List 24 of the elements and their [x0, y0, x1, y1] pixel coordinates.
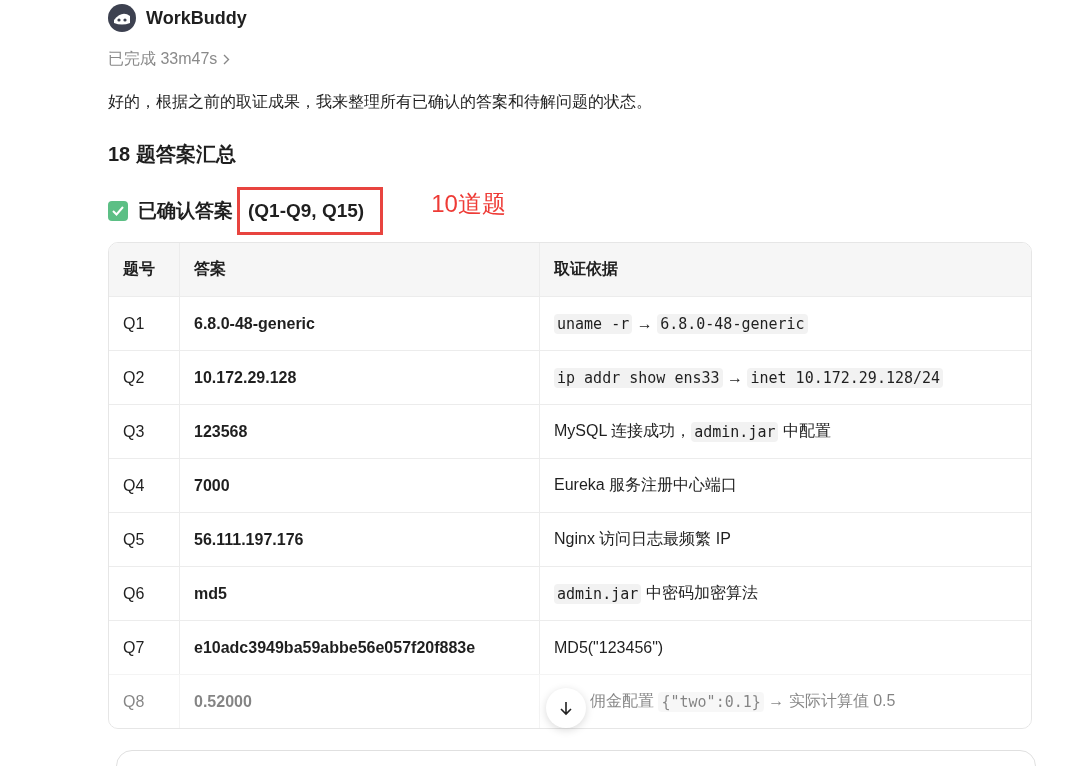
table-cell-text: Q5 — [122, 529, 146, 550]
highlighted-range: (Q1-Q9, Q15) — [237, 187, 384, 235]
status-text: 已完成 33m47s — [108, 49, 218, 69]
chevron-right-icon[interactable] — [223, 54, 231, 65]
table-cell: 0.52000 — [179, 675, 539, 728]
summary-heading: 18 题答案汇总 — [108, 142, 237, 167]
annotation-note: 10道题 — [431, 189, 506, 219]
table-cell-text: Q7 — [122, 637, 146, 658]
table-cell-text: Q2 — [122, 367, 146, 388]
app-name: WorkBuddy — [146, 7, 247, 29]
evidence-cell: MD5("123456") — [539, 621, 1031, 674]
table-cell-text: Q1 — [122, 313, 146, 334]
arrow-down-icon — [558, 700, 574, 716]
scroll-down-button[interactable] — [546, 688, 586, 728]
intro-text: 好的，根据之前的取证成果，我来整理所有已确认的答案和待解问题的状态。 — [108, 92, 653, 112]
table-cell: e10adc3949ba59abbe56e057f20f883e — [179, 621, 539, 674]
table-cell-text: Q4 — [122, 475, 146, 496]
logo-icon — [108, 4, 136, 32]
table-cell-text: Q3 — [122, 421, 146, 442]
column-header: 题号 — [122, 259, 156, 279]
table-cell-text: Q8 — [122, 691, 146, 712]
evidence-cell: ip addr show ens33 → inet 10.172.29.128/24 — [539, 351, 1031, 404]
table-cell-text: Q6 — [122, 583, 146, 604]
section-title: 已确认答案 — [138, 199, 233, 223]
